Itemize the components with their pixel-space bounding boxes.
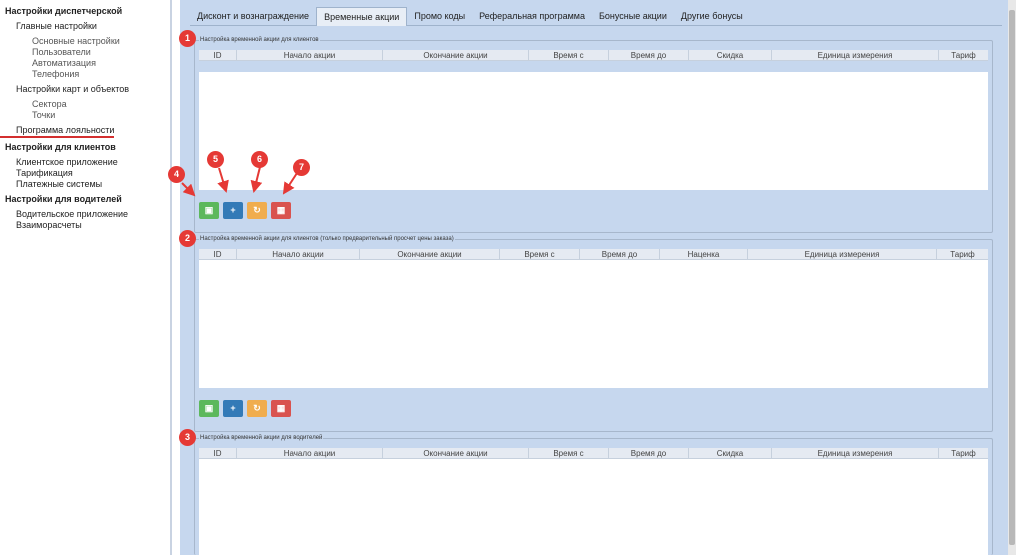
arrow-5 xyxy=(217,167,229,193)
annotation-badge-6: 6 xyxy=(251,151,268,168)
annotation-badge-1: 1 xyxy=(179,30,196,47)
annotation-badge-3: 3 xyxy=(179,429,196,446)
annotation-badge-7: 7 xyxy=(293,159,310,176)
annotation-badge-5: 5 xyxy=(207,151,224,168)
arrow-6 xyxy=(250,166,263,193)
annotation-arrows xyxy=(181,166,300,197)
arrow-4 xyxy=(181,182,196,197)
annotation-badge-2: 2 xyxy=(179,230,196,247)
annotation-badge-4: 4 xyxy=(168,166,185,183)
